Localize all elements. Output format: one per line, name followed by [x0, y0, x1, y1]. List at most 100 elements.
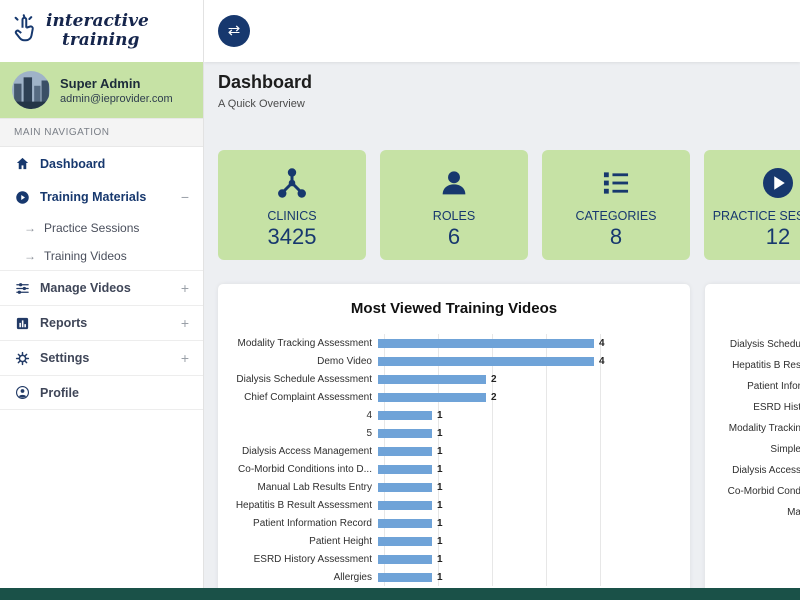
- sidebar-item-training-videos[interactable]: → Training Videos: [0, 242, 203, 270]
- app-window: interactive training Super Admin admin@i…: [0, 0, 800, 600]
- chart-category-label: ESRD Hist: [753, 402, 800, 413]
- chart-category-label: Co-Morbid Cond: [727, 486, 800, 497]
- chart-row: Patient Information Record 1: [230, 514, 678, 532]
- chart-category-label: Demo Video: [317, 355, 372, 367]
- user-email: admin@ieprovider.com: [60, 92, 173, 105]
- stat-value: 8: [609, 224, 623, 249]
- chart-row: Patient Infor: [717, 376, 800, 397]
- chart-row: ESRD History Assessment 1: [230, 550, 678, 568]
- chart-value-label: 2: [491, 373, 497, 385]
- chart-plot: 1: [378, 460, 678, 478]
- chart-category-label: Allergies: [333, 571, 372, 583]
- chart-title: [717, 300, 800, 322]
- stat-value: 3425: [267, 224, 317, 249]
- user-profile[interactable]: Super Admin admin@ieprovider.com: [0, 62, 203, 118]
- sidebar-item-label: Reports: [40, 316, 88, 330]
- chart-category-label: Dialysis Schedule Assessment: [236, 373, 372, 385]
- secondary-chart-card: Dialysis Schedu Hepatitis B Res Patient In…: [705, 284, 800, 588]
- chart-bar: [378, 536, 432, 546]
- bottom-taskbar-strip: [0, 588, 800, 600]
- sidebar-item-label: Practice Sessions: [44, 221, 140, 235]
- expand-icon[interactable]: +: [181, 350, 189, 366]
- page-title: Dashboard: [218, 72, 313, 92]
- chart-row: Patient Height 1: [230, 532, 678, 550]
- chart-category-label: Dialysis Access: [732, 465, 800, 476]
- chart-row: Chief Complaint Assessment 2: [230, 388, 678, 406]
- chart-value-label: 1: [437, 481, 443, 493]
- chart-category-label: Simple: [770, 444, 800, 455]
- sidebar-item-label: Training Videos: [44, 249, 127, 263]
- avatar: [12, 71, 50, 109]
- chart-plot: 2: [378, 388, 678, 406]
- stat-card-clinics: CLINICS 3425: [218, 150, 366, 260]
- chart-category-label: Patient Height: [309, 535, 372, 547]
- sidebar-item-label: Dashboard: [40, 156, 106, 171]
- chart-category-label: ESRD History Assessment: [253, 553, 372, 565]
- sidebar-item-label: Manage Videos: [40, 281, 131, 295]
- play-circle-icon: [760, 164, 796, 202]
- play-circle-icon: [14, 190, 30, 205]
- chart-plot: 1: [378, 424, 678, 442]
- sidebar-item-label: Training Materials: [40, 190, 147, 204]
- logo-text-line1: interactive: [46, 11, 149, 32]
- sidebar-item-manage-videos[interactable]: Manage Videos +: [0, 270, 203, 305]
- app-logo: interactive training: [0, 0, 203, 62]
- person-circle-icon: [14, 385, 30, 400]
- chart-value-label: 1: [437, 445, 443, 457]
- chart-row: Dialysis Access Management 1: [230, 442, 678, 460]
- chart-bar: [378, 446, 432, 456]
- chart-bar: [378, 554, 432, 564]
- stat-cards-row: CLINICS 3425 ROLES 6 CATEGORIES 8 PRACTI…: [218, 150, 800, 260]
- stat-card-roles: ROLES 6: [380, 150, 528, 260]
- sidebar-item-label: Profile: [40, 385, 79, 400]
- sidebar-item-dashboard[interactable]: Dashboard: [0, 147, 203, 180]
- chart-category-label: Hepatitis B Res: [732, 360, 800, 371]
- chart-bar: [378, 500, 432, 510]
- collapse-icon[interactable]: −: [181, 189, 189, 205]
- chart-value-label: 1: [437, 427, 443, 439]
- sidebar-item-reports[interactable]: Reports +: [0, 305, 203, 340]
- chart-bar: [378, 356, 594, 366]
- sidebar-item-training-materials[interactable]: Training Materials −: [0, 180, 203, 214]
- chart-bar: [378, 572, 432, 582]
- chart-row: Modality Trackin: [717, 418, 800, 439]
- chart-plot: 4: [378, 334, 678, 352]
- arrow-right-icon: →: [24, 249, 36, 263]
- chart-category-label: Co-Morbid Conditions into D...: [238, 463, 372, 475]
- chart-plot: 1: [378, 532, 678, 550]
- arrow-right-icon: →: [24, 221, 36, 235]
- chart-plot: 1: [378, 514, 678, 532]
- stat-label: ROLES: [432, 209, 476, 223]
- sidebar-toggle-button[interactable]: ⇄: [218, 15, 250, 47]
- chart-plot: 1: [378, 550, 678, 568]
- sidebar-item-practice-sessions[interactable]: → Practice Sessions: [0, 214, 203, 242]
- chart-row: ESRD Hist: [717, 397, 800, 418]
- chart-category-label: 4: [366, 409, 372, 421]
- sidebar-item-settings[interactable]: Settings +: [0, 340, 203, 375]
- chart-row: Simple: [717, 439, 800, 460]
- sidebar-item-profile[interactable]: Profile: [0, 375, 203, 410]
- chart-bar: [378, 374, 486, 384]
- chart-row: Hepatitis B Result Assessment 1: [230, 496, 678, 514]
- chart-value-label: 1: [437, 553, 443, 565]
- page-subtitle: A Quick Overview: [218, 98, 305, 110]
- horizontal-bar-chart: Modality Tracking Assessment 4 Demo Video 4…: [230, 334, 678, 586]
- sidebar: interactive training Super Admin admin@i…: [0, 0, 204, 588]
- stat-card-categories: CATEGORIES 8: [542, 150, 690, 260]
- stat-label: CLINICS: [267, 209, 317, 223]
- expand-icon[interactable]: +: [181, 315, 189, 331]
- chart-category-label: Hepatitis B Result Assessment: [235, 499, 372, 511]
- chart-value-label: 1: [437, 463, 443, 475]
- sidebar-item-label: Settings: [40, 351, 90, 365]
- chart-category-label: Patient Information Record: [253, 517, 372, 529]
- chart-value-label: 1: [437, 499, 443, 511]
- expand-icon[interactable]: +: [181, 280, 189, 296]
- chart-value-label: 1: [437, 517, 443, 529]
- chart-category-label: Chief Complaint Assessment: [244, 391, 372, 403]
- chart-plot: 1: [378, 496, 678, 514]
- chart-row: Dialysis Access: [717, 460, 800, 481]
- chart-row: Manual Lab Results Entry 1: [230, 478, 678, 496]
- stat-label: CATEGORIES: [575, 209, 657, 223]
- chart-bar: [378, 392, 486, 402]
- chart-plot: 1: [378, 568, 678, 586]
